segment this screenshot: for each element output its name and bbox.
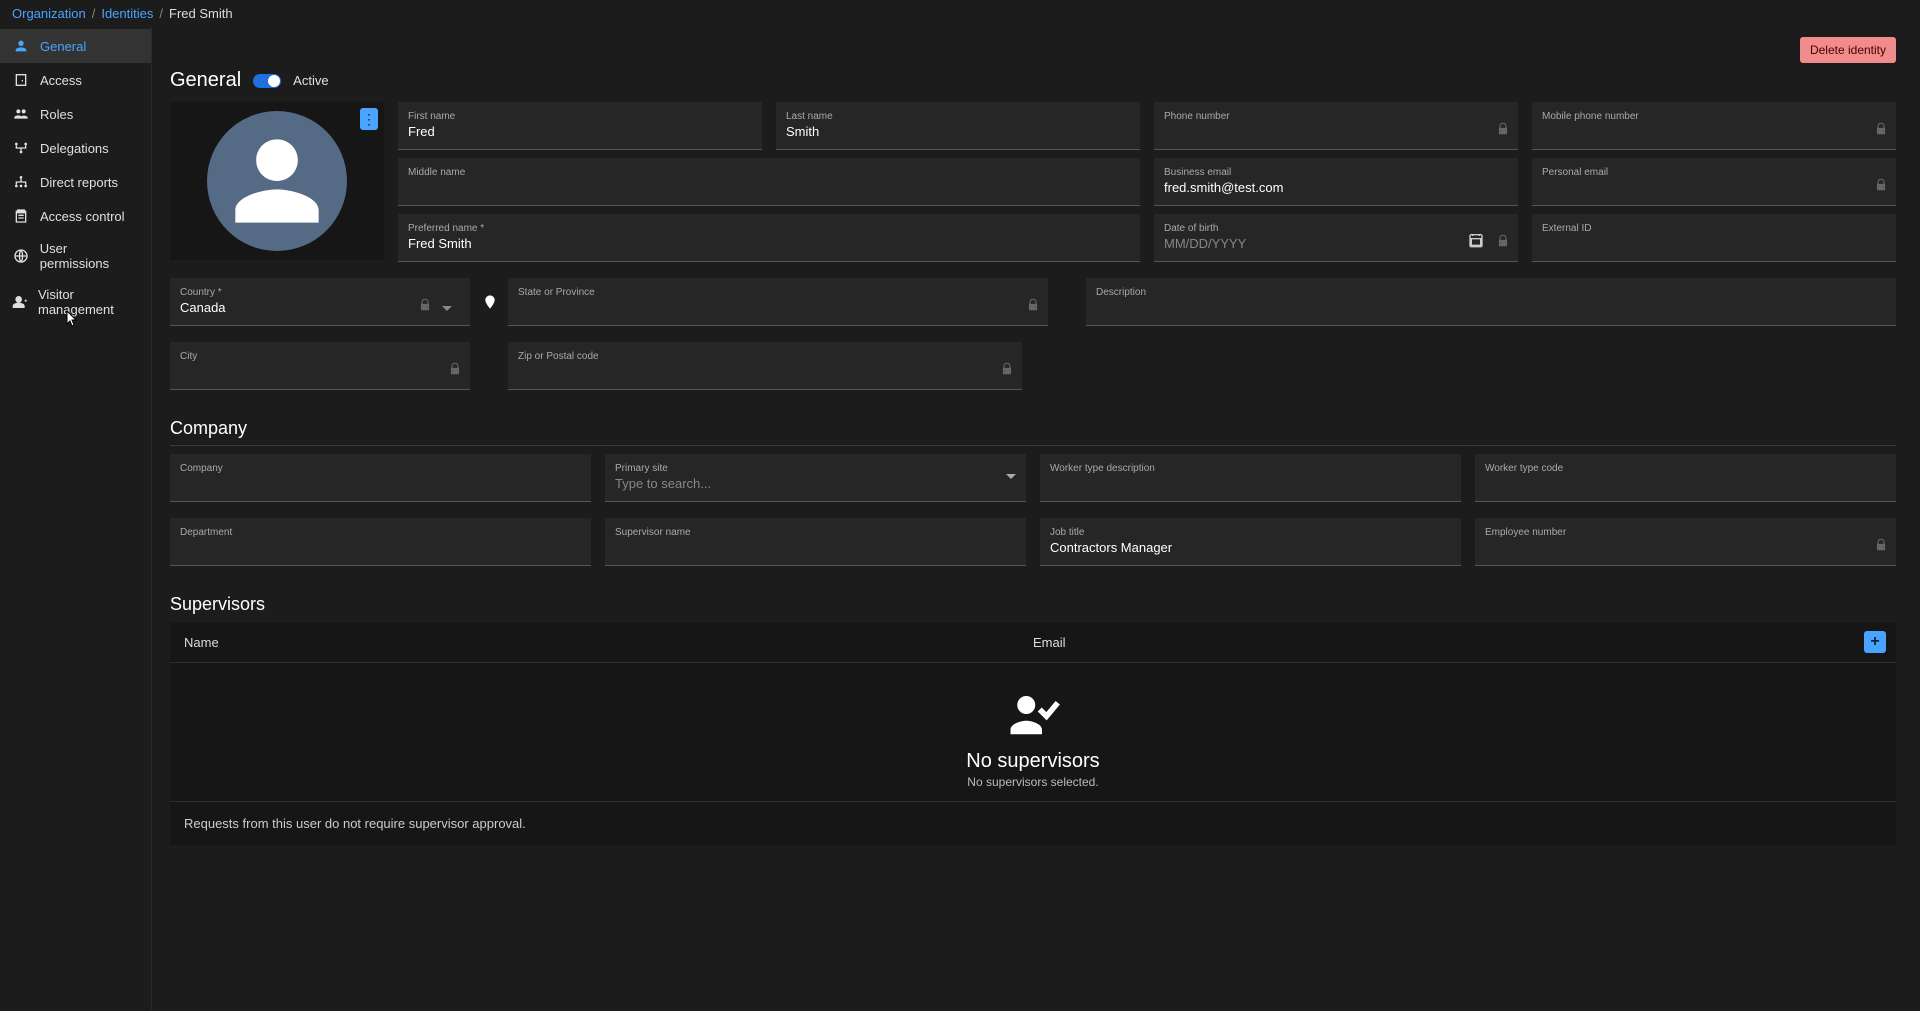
chevron-down-icon[interactable] — [1006, 474, 1016, 479]
clipboard-icon — [12, 207, 30, 225]
lock-icon — [1026, 298, 1040, 317]
lock-icon — [1496, 234, 1510, 253]
person-icon — [12, 37, 30, 55]
lock-icon — [1874, 538, 1888, 557]
company-title: Company — [170, 418, 1896, 446]
personal-email-field[interactable]: Personal email — [1532, 158, 1896, 206]
sidebar-item-label: Access — [40, 73, 82, 88]
state-field[interactable]: State or Province — [508, 278, 1048, 326]
sidebar-item-access[interactable]: Access — [0, 63, 151, 97]
kebab-icon: ⋮ — [362, 117, 376, 121]
sidebar-item-delegations[interactable]: Delegations — [0, 131, 151, 165]
chevron-down-icon[interactable] — [442, 306, 452, 311]
middle-name-field[interactable]: Middle name — [398, 158, 1140, 206]
city-field[interactable]: City — [170, 342, 470, 390]
sidebar-item-general[interactable]: General — [0, 29, 151, 63]
sidebar-item-label: Roles — [40, 107, 73, 122]
sidebar: General Access Roles Delegations Direct … — [0, 27, 152, 1010]
mobile-phone-field[interactable]: Mobile phone number — [1532, 102, 1896, 150]
person-add-icon — [12, 293, 28, 311]
country-field[interactable]: Country * Canada — [170, 278, 470, 326]
supervisors-panel: Name Email + No supervisors No superviso… — [170, 623, 1896, 845]
sidebar-item-visitor-management[interactable]: Visitor management — [0, 279, 151, 325]
worker-type-code-field[interactable]: Worker type code — [1475, 454, 1896, 502]
add-supervisor-button[interactable]: + — [1864, 631, 1886, 653]
breadcrumb-current: Fred Smith — [169, 6, 233, 21]
sidebar-item-label: General — [40, 39, 86, 54]
breadcrumb: Organization / Identities / Fred Smith — [0, 0, 1920, 27]
sidebar-item-label: Direct reports — [40, 175, 118, 190]
general-title: General — [170, 69, 241, 92]
lock-icon — [1874, 122, 1888, 141]
company-field[interactable]: Company — [170, 454, 591, 502]
external-id-field[interactable]: External ID — [1532, 214, 1896, 262]
department-field[interactable]: Department — [170, 518, 591, 566]
avatar-menu-button[interactable]: ⋮ — [360, 108, 378, 130]
worker-type-description-field[interactable]: Worker type description — [1040, 454, 1461, 502]
delete-identity-button[interactable]: Delete identity — [1800, 37, 1896, 63]
supervisors-empty-subtitle: No supervisors selected. — [170, 775, 1896, 789]
supervisors-empty-title: No supervisors — [170, 750, 1896, 773]
door-icon — [12, 71, 30, 89]
hierarchy-icon — [12, 173, 30, 191]
supervisors-title: Supervisors — [170, 594, 1896, 615]
avatar-placeholder-icon — [207, 111, 347, 251]
lock-icon — [418, 298, 432, 317]
calendar-icon[interactable] — [1468, 232, 1484, 253]
sidebar-item-user-permissions[interactable]: User permissions — [0, 233, 151, 279]
lock-icon — [448, 362, 462, 381]
sidebar-item-access-control[interactable]: Access control — [0, 199, 151, 233]
date-of-birth-field[interactable]: Date of birth MM/DD/YYYY — [1154, 214, 1518, 262]
map-marker-icon[interactable] — [482, 292, 498, 317]
breadcrumb-organization[interactable]: Organization — [12, 6, 86, 21]
phone-number-field[interactable]: Phone number — [1154, 102, 1518, 150]
lock-icon — [1874, 178, 1888, 197]
active-toggle-label: Active — [293, 73, 328, 88]
sidebar-item-label: Access control — [40, 209, 125, 224]
main-content: Delete identity General Active ⋮ First n… — [152, 27, 1920, 1010]
breadcrumb-identities[interactable]: Identities — [101, 6, 153, 21]
last-name-field[interactable]: Last name Smith — [776, 102, 1140, 150]
supervisors-col-name: Name — [184, 635, 1033, 650]
active-toggle[interactable] — [253, 74, 281, 88]
sidebar-item-label: Visitor management — [38, 287, 139, 317]
job-title-field[interactable]: Job title Contractors Manager — [1040, 518, 1461, 566]
first-name-field[interactable]: First name Fred — [398, 102, 762, 150]
sidebar-item-label: Delegations — [40, 141, 109, 156]
preferred-name-field[interactable]: Preferred name * Fred Smith — [398, 214, 1140, 262]
business-email-field[interactable]: Business email fred.smith@test.com — [1154, 158, 1518, 206]
lock-icon — [1496, 122, 1510, 141]
supervisors-footer-note: Requests from this user do not require s… — [170, 801, 1896, 845]
sidebar-item-direct-reports[interactable]: Direct reports — [0, 165, 151, 199]
supervisors-col-email: Email — [1033, 635, 1066, 650]
lock-icon — [1000, 362, 1014, 381]
sidebar-item-label: User permissions — [40, 241, 139, 271]
supervisor-name-field[interactable]: Supervisor name — [605, 518, 1026, 566]
group-icon — [12, 105, 30, 123]
sidebar-item-roles[interactable]: Roles — [0, 97, 151, 131]
zip-field[interactable]: Zip or Postal code — [508, 342, 1022, 390]
employee-number-field[interactable]: Employee number — [1475, 518, 1896, 566]
plus-icon: + — [1870, 633, 1879, 651]
globe-icon — [12, 247, 30, 265]
description-field[interactable]: Description — [1086, 278, 1896, 326]
primary-site-field[interactable]: Primary site Type to search... — [605, 454, 1026, 502]
avatar-box: ⋮ — [170, 102, 384, 260]
person-check-icon — [170, 687, 1896, 746]
network-icon — [12, 139, 30, 157]
